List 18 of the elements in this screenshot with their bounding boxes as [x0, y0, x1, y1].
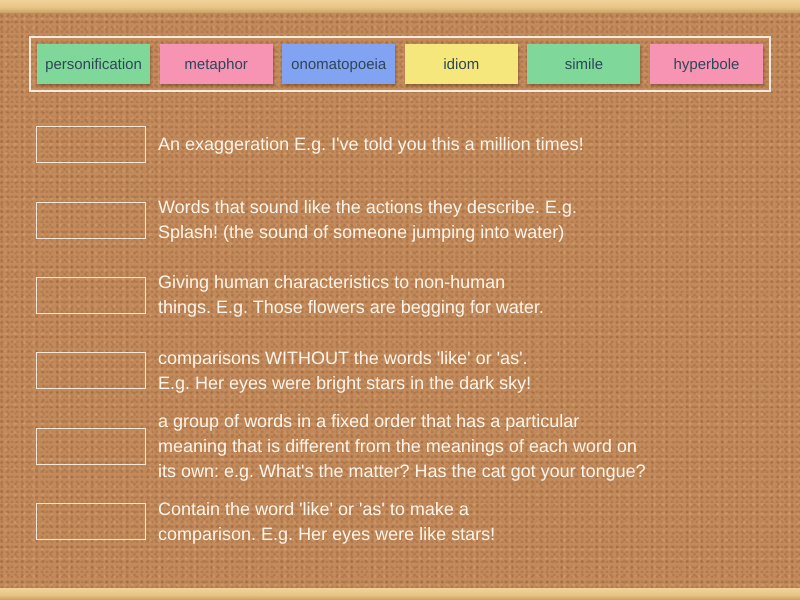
- word-tile[interactable]: onomatopoeia: [282, 44, 396, 84]
- answer-box[interactable]: [36, 352, 146, 390]
- word-tile[interactable]: simile: [527, 44, 640, 84]
- definition-text: Contain the word 'like' or 'as' to make a comparison. E.g. Her eyes were like stars!: [158, 498, 496, 546]
- definition-text: a group of words in a fixed order that has a particular meaning that is different from the meanings of each word on its own: e.g. What's the matter? Has the cat got your tongue?: [158, 410, 646, 483]
- word-tile[interactable]: idiom: [404, 44, 518, 84]
- answer-box[interactable]: [36, 428, 146, 465]
- answer-box[interactable]: [36, 276, 146, 314]
- word-tile[interactable]: hyperbole: [650, 44, 763, 84]
- answer-box[interactable]: [36, 503, 146, 540]
- answer-box[interactable]: [36, 126, 146, 164]
- definition-text: comparisons WITHOUT the words 'like' or 'as'. E.g. Her eyes were bright stars in the dark sky!: [158, 346, 532, 395]
- word-tile[interactable]: personification: [37, 44, 150, 84]
- definition-text: An exaggeration E.g. I've told you this a million times!: [158, 133, 584, 156]
- definition-text: Giving human characteristics to non-human things. E.g. Those flowers are begging for water.: [158, 271, 544, 320]
- definition-text: Words that sound like the actions they describe. E.g. Splash! (the sound of someone jumping into water): [158, 196, 577, 244]
- word-tile[interactable]: metaphor: [160, 44, 273, 84]
- answer-box[interactable]: [36, 202, 146, 239]
